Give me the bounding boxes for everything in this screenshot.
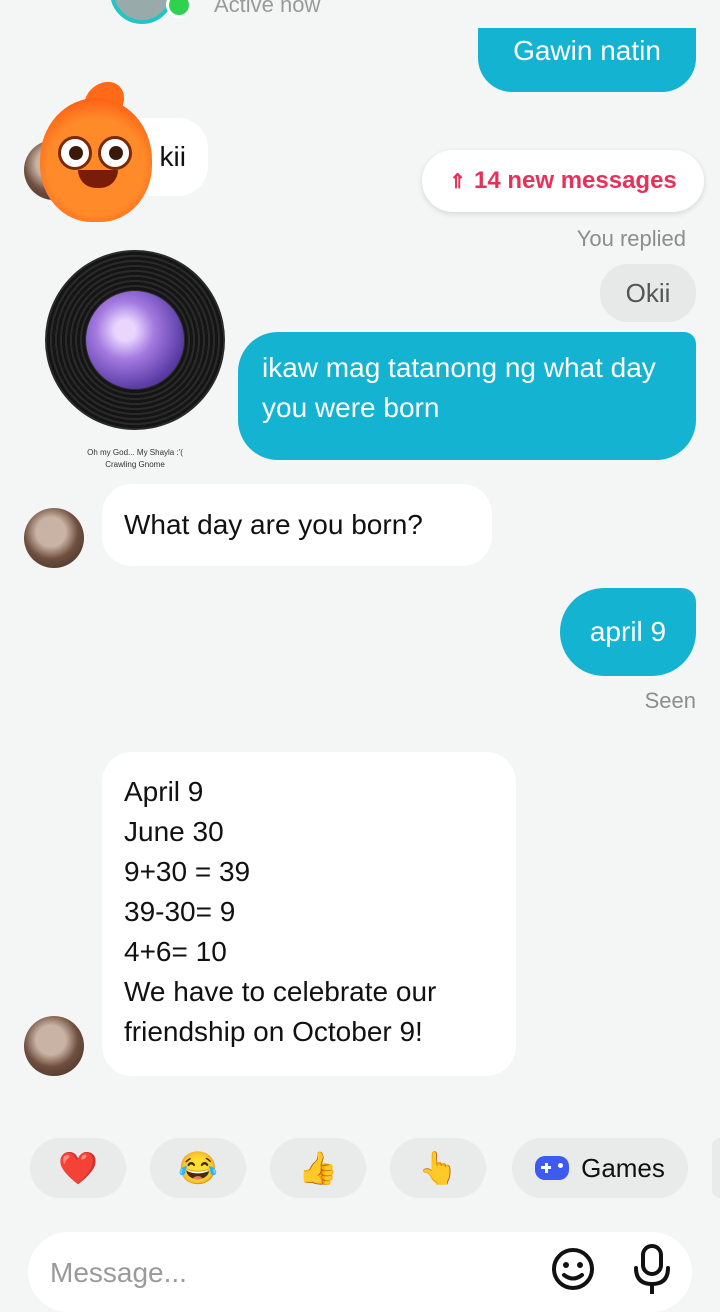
quoted-message[interactable]: Okii (600, 264, 696, 322)
chat-header: Active now (0, 0, 720, 24)
fire-body (40, 98, 152, 222)
message-line: April 9 (124, 776, 204, 807)
laughing-face-icon: 😂 (178, 1150, 218, 1186)
message-text: kii (159, 141, 186, 172)
message-composer (28, 1232, 692, 1312)
message-text: What day are you born? (124, 509, 423, 540)
reaction-point-up-button[interactable]: 👆 (390, 1138, 486, 1198)
sticker-eye-left (58, 136, 92, 170)
message-input[interactable] (48, 1250, 532, 1296)
message-incoming[interactable]: April 9 June 30 9+30 = 39 39-30= 9 4+6= … (102, 752, 516, 1076)
games-button[interactable]: Games (512, 1138, 688, 1198)
new-messages-label: 14 new messages (473, 167, 677, 194)
reaction-laugh-button[interactable]: 😂 (150, 1138, 246, 1198)
online-indicator (166, 0, 192, 18)
heart-icon: ❤️ (58, 1150, 98, 1186)
message-incoming[interactable]: What day are you born? (102, 484, 492, 566)
message-line: We have to celebrate our (124, 976, 437, 1007)
message-text: Gawin natin (513, 35, 661, 66)
thumbs-up-icon: 👍 (298, 1150, 338, 1186)
message-outgoing[interactable]: april 9 (560, 588, 696, 676)
sticker-caption: Oh my God... My Shayla :'( Crawling Gnom… (60, 447, 210, 471)
message-text: ikaw mag tatanong ng what day you were b… (262, 352, 656, 423)
contact-avatar[interactable] (24, 508, 84, 568)
sticker-smile-icon[interactable] (548, 1244, 598, 1294)
message-outgoing[interactable]: Gawin natin (478, 28, 696, 92)
header-status: Active now (214, 0, 321, 17)
sticker-eye-right (98, 136, 132, 170)
reaction-heart-button[interactable]: ❤️ (30, 1138, 126, 1198)
gamepad-icon (535, 1156, 570, 1180)
message-line: friendship on October 9! (124, 1016, 423, 1047)
sticker-caption-line2: Crawling Gnome (105, 460, 165, 469)
message-line: June 30 (124, 816, 224, 847)
message-line: 4+6= 10 (124, 936, 227, 967)
reaction-thumbs-up-button[interactable]: 👍 (270, 1138, 366, 1198)
vinyl-label-art (86, 291, 184, 389)
sticker-caption-line1: Oh my God... My Shayla :'( (87, 448, 183, 457)
microphone-icon[interactable] (630, 1242, 674, 1296)
header-avatar[interactable] (110, 0, 174, 24)
new-messages-button[interactable]: ⇑ 14 new messages (422, 150, 704, 212)
games-label: Games (581, 1152, 665, 1183)
reaction-overflow-edge (712, 1138, 720, 1198)
seen-indicator: Seen (644, 688, 696, 713)
quoted-text: Okii (625, 278, 671, 308)
message-outgoing[interactable]: ikaw mag tatanong ng what day you were b… (238, 332, 696, 460)
reply-context-label: You replied (576, 226, 686, 251)
double-chevron-up-icon: ⇑ (449, 170, 466, 193)
message-text: april 9 (589, 616, 667, 647)
message-line: 9+30 = 39 (124, 856, 251, 887)
message-line: 39-30= 9 (124, 896, 236, 927)
point-up-icon: 👆 (418, 1150, 458, 1186)
contact-avatar[interactable] (24, 1016, 84, 1076)
